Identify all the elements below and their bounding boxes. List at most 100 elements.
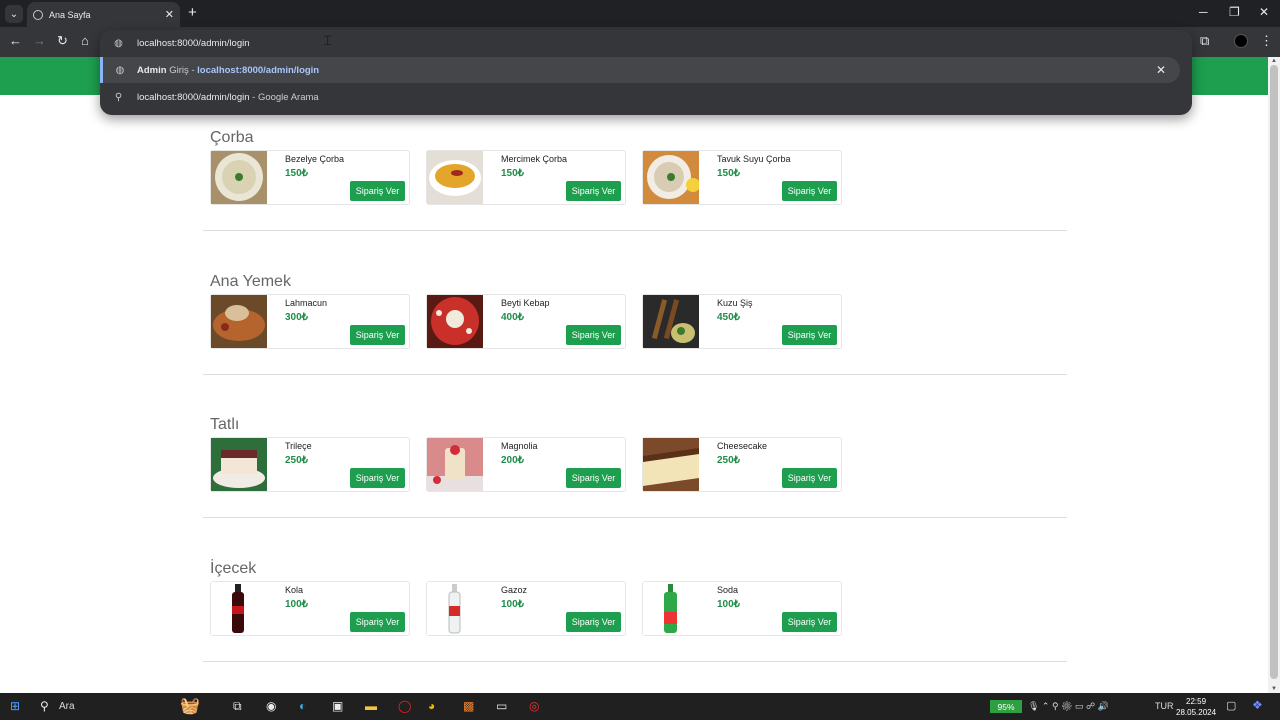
search-icon[interactable]: ⚲ — [40, 699, 49, 713]
food-image — [643, 438, 699, 491]
scroll-thumb[interactable] — [1270, 65, 1278, 679]
food-image — [427, 151, 483, 204]
item-price: 400₺ — [501, 312, 525, 323]
suggestion-search[interactable]: ⚲ localhost:8000/admin/login - Google Ar… — [100, 84, 1192, 110]
globe-icon — [33, 9, 43, 20]
suggestion-search-text: localhost:8000/admin/login — [137, 91, 250, 103]
page-scrollbar[interactable]: ▲ ▼ — [1268, 57, 1280, 693]
notification-icon[interactable]: ▢ — [1226, 699, 1236, 712]
opera-icon[interactable]: ◯ — [398, 699, 411, 713]
tab-ana-sayfa[interactable]: Ana Sayfa ✕ — [27, 2, 180, 27]
order-button[interactable]: Sipariş Ver — [566, 612, 621, 632]
terminal-icon[interactable]: ▭ — [496, 699, 507, 713]
order-button[interactable]: Sipariş Ver — [350, 325, 405, 345]
order-button[interactable]: Sipariş Ver — [350, 468, 405, 488]
windows-taskbar: ⊞ ⚲ Ara 🧺 ⧉ ◉ ◐ ▣ ▬ ◯ ◕ ▩ ▭ ◎ 🎙 ⌃ ⚲ ⚙ ▭ … — [0, 693, 1280, 720]
chrome-icon[interactable]: ◕ — [428, 699, 435, 713]
item-name: Beyti Kebap — [501, 298, 550, 308]
tab-title: Ana Sayfa — [49, 9, 91, 20]
item-price: 250₺ — [285, 455, 309, 466]
item-name: Mercimek Çorba — [501, 154, 568, 164]
site-info-icon[interactable]: ◍ — [100, 38, 137, 49]
menu-card: Beyti Kebap 400₺ Sipariş Ver — [426, 294, 626, 349]
order-button[interactable]: Sipariş Ver — [782, 612, 837, 632]
search-icon: ⚲ — [114, 91, 123, 103]
taskbar-search-label[interactable]: Ara — [59, 701, 75, 712]
tray-icons[interactable]: 🎙 ⌃ ⚲ ⚙ ▭ ☍ 🔊 — [1028, 701, 1109, 712]
menu-content: Çorba Bezelye Çorba 150₺ Sipariş Ver Mer… — [0, 95, 1268, 693]
recorder-icon[interactable]: ◎ — [529, 699, 539, 713]
globe-icon: ◍ — [115, 64, 125, 76]
tab-search-icon[interactable]: ⌄ — [5, 5, 23, 23]
scroll-up-icon[interactable]: ▲ — [1271, 58, 1277, 64]
copilot-icon[interactable]: ◉ — [266, 699, 276, 713]
address-bar[interactable]: ◍ localhost:8000/admin/login — [100, 30, 1192, 56]
menu-card: Mercimek Çorba 150₺ Sipariş Ver — [426, 150, 626, 205]
browser-tab-strip: ⌄ Ana Sayfa ✕ + ─ ❐ ✕ — [0, 0, 1280, 27]
suggestion-title: Giriş - — [166, 64, 198, 76]
item-name: Lahmacun — [285, 298, 328, 308]
address-text[interactable]: localhost:8000/admin/login — [137, 38, 250, 49]
section-divider — [203, 517, 1067, 518]
menu-card: Bezelye Çorba 150₺ Sipariş Ver — [210, 150, 410, 205]
menu-card: Soda 100₺ Sipariş Ver — [642, 581, 842, 636]
extensions-icon[interactable]: ⧉ — [1200, 34, 1209, 48]
task-view-icon[interactable]: ⧉ — [233, 699, 242, 714]
back-icon[interactable]: ← — [9, 34, 22, 48]
widgets-icon[interactable]: 🧺 — [180, 696, 200, 716]
suggestion-history[interactable]: ◍ Admin Giriş - localhost:8000/admin/log… — [100, 57, 1180, 83]
menu-card: Trileçe 250₺ Sipariş Ver — [210, 437, 410, 492]
remove-suggestion-icon[interactable]: ✕ — [1156, 63, 1166, 77]
order-button[interactable]: Sipariş Ver — [350, 612, 405, 632]
item-price: 100₺ — [501, 599, 525, 610]
item-name: Cheesecake — [717, 441, 768, 451]
edge-icon[interactable]: ◐ — [299, 699, 306, 713]
section-title: Çorba — [210, 129, 254, 146]
menu-card: Cheesecake 250₺ Sipariş Ver — [642, 437, 842, 492]
food-image — [211, 438, 267, 491]
forward-icon[interactable]: → — [33, 34, 46, 48]
scroll-down-icon[interactable]: ▼ — [1271, 686, 1277, 692]
xampp-icon[interactable]: ▩ — [463, 699, 474, 713]
close-window-icon[interactable]: ✕ — [1259, 5, 1269, 19]
menu-card: Lahmacun 300₺ Sipariş Ver — [210, 294, 410, 349]
order-button[interactable]: Sipariş Ver — [566, 325, 621, 345]
start-icon[interactable]: ⊞ — [10, 699, 20, 713]
profile-avatar[interactable] — [1234, 34, 1248, 48]
battery-indicator[interactable]: 95% — [990, 700, 1022, 713]
order-button[interactable]: Sipariş Ver — [782, 325, 837, 345]
order-button[interactable]: Sipariş Ver — [782, 181, 837, 201]
menu-card: Kuzu Şiş 450₺ Sipariş Ver — [642, 294, 842, 349]
drink-image — [427, 582, 483, 635]
item-name: Soda — [717, 585, 739, 595]
clock-time: 22:59 — [1186, 697, 1207, 706]
order-button[interactable]: Sipariş Ver — [566, 181, 621, 201]
suggestion-url: localhost:8000/admin/login — [197, 64, 320, 76]
order-button[interactable]: Sipariş Ver — [566, 468, 621, 488]
minimize-icon[interactable]: ─ — [1199, 5, 1208, 19]
menu-card: Tavuk Suyu Çorba 150₺ Sipariş Ver — [642, 150, 842, 205]
section-divider — [203, 230, 1067, 231]
copilot-tray-icon[interactable]: ❖ — [1252, 698, 1263, 712]
item-name: Tavuk Suyu Çorba — [717, 154, 791, 164]
clock-date: 28.05.2024 — [1176, 708, 1217, 717]
store-icon[interactable]: ▣ — [332, 699, 343, 713]
omnibox-dropdown: ◍ localhost:8000/admin/login ◍ Admin Gir… — [100, 30, 1192, 115]
file-explorer-icon[interactable]: ▬ — [365, 699, 377, 713]
order-button[interactable]: Sipariş Ver — [782, 468, 837, 488]
restore-icon[interactable]: ❐ — [1229, 5, 1240, 19]
order-button[interactable]: Sipariş Ver — [350, 181, 405, 201]
clock[interactable]: 22:59 28.05.2024 — [1176, 696, 1216, 718]
new-tab-icon[interactable]: + — [188, 4, 197, 21]
reload-icon[interactable]: ↻ — [57, 34, 68, 48]
language-indicator[interactable]: TUR — [1155, 701, 1174, 711]
home-icon[interactable]: ⌂ — [81, 34, 89, 48]
item-name: Kola — [285, 585, 304, 595]
suggestion-title-bold: Admin — [137, 64, 167, 76]
item-price: 150₺ — [285, 168, 309, 179]
close-tab-icon[interactable]: ✕ — [165, 8, 174, 21]
food-image — [643, 295, 699, 348]
menu-icon[interactable]: ⋮ — [1260, 34, 1273, 48]
menu-card: Gazoz 100₺ Sipariş Ver — [426, 581, 626, 636]
drink-image — [211, 582, 267, 635]
